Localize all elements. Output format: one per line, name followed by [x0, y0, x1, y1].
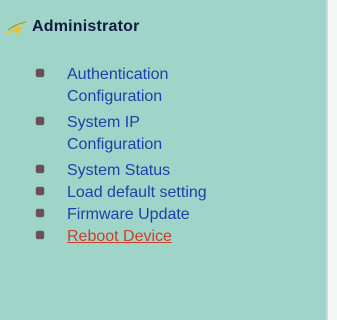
system-ip-configuration-link[interactable]: System IP Configuration	[67, 112, 237, 156]
load-default-setting-link[interactable]: Load default setting	[67, 182, 267, 204]
menu-item-reboot-device[interactable]: Reboot Device	[36, 226, 267, 248]
admin-sidebar: Administrator Authentication Configurati…	[0, 0, 328, 320]
arrow-icon	[5, 21, 27, 36]
authentication-configuration-link[interactable]: Authentication Configuration	[67, 64, 267, 108]
menu-item-system-ip-configuration[interactable]: System IP Configuration	[36, 112, 267, 160]
reboot-device-link[interactable]: Reboot Device	[67, 226, 267, 248]
menu-item-authentication-configuration[interactable]: Authentication Configuration	[36, 64, 267, 112]
bullet-icon	[36, 187, 44, 195]
bullet-icon	[36, 231, 44, 239]
system-status-link[interactable]: System Status	[67, 160, 267, 182]
bullet-icon	[36, 165, 44, 173]
menu-item-system-status[interactable]: System Status	[36, 160, 267, 182]
menu-item-load-default-setting[interactable]: Load default setting	[36, 182, 267, 204]
section-header[interactable]: Administrator	[4, 18, 140, 36]
section-title: Administrator	[32, 18, 140, 35]
bullet-icon	[36, 117, 44, 125]
admin-menu: Authentication Configuration System IP C…	[36, 64, 267, 248]
menu-item-firmware-update[interactable]: Firmware Update	[36, 204, 267, 226]
bullet-icon	[36, 209, 44, 217]
firmware-update-link[interactable]: Firmware Update	[67, 204, 267, 226]
bullet-icon	[36, 69, 44, 77]
panel-edge	[328, 0, 337, 320]
